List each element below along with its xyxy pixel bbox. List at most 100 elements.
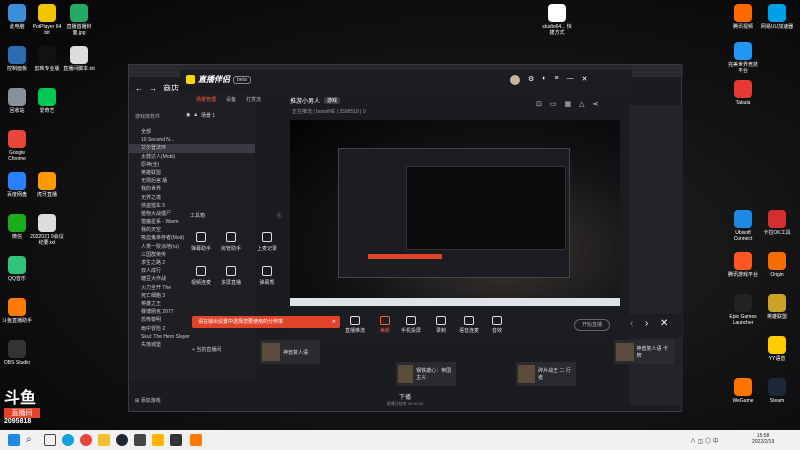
desktop-icon[interactable]: Origin bbox=[760, 252, 794, 278]
desktop-icon[interactable]: 腾讯游戏平台 bbox=[726, 252, 760, 278]
desktop-icon[interactable]: Ubisoft Connect bbox=[726, 210, 760, 242]
avatar[interactable] bbox=[510, 75, 520, 85]
game-list-item[interactable]: 侠盗猎车 5 bbox=[129, 202, 255, 210]
desktop-icon[interactable]: Google Chrome bbox=[0, 130, 34, 162]
eye-icon[interactable]: ◉ bbox=[186, 112, 190, 118]
desktop-icon[interactable]: 微信 bbox=[0, 214, 34, 240]
desktop-icon[interactable]: Epic Games Launcher bbox=[726, 294, 760, 326]
edge-icon[interactable] bbox=[62, 434, 74, 446]
gift-icon[interactable]: ⊡ bbox=[536, 100, 542, 108]
start-stream-button[interactable]: 开始直播 bbox=[574, 319, 610, 331]
tool-4[interactable]: 视频连麦 bbox=[186, 266, 216, 286]
skin-icon[interactable]: ◐ bbox=[542, 75, 546, 85]
tab-device[interactable]: 设备 bbox=[226, 96, 236, 103]
desktop-icon[interactable]: 英雄联盟 bbox=[760, 294, 794, 320]
game-list-item[interactable]: 无限后宫 版 bbox=[129, 177, 255, 185]
desktop-icon[interactable]: studio64... 快捷方式 bbox=[540, 4, 574, 36]
game-list-item[interactable]: 死亡细胞 3 bbox=[129, 292, 255, 300]
tool-2[interactable]: 房管助手 bbox=[216, 232, 246, 252]
desktop-icon[interactable]: 完美世界竞技平台 bbox=[726, 42, 760, 74]
desktop-icon[interactable]: OBS Studio bbox=[0, 340, 34, 366]
desktop-icon[interactable]: QQ音乐 bbox=[0, 256, 34, 282]
control-label: 音效 bbox=[491, 328, 502, 334]
game-card[interactable]: 神兽复人语 卡牌 bbox=[614, 340, 674, 364]
minimize-icon[interactable]: — bbox=[567, 75, 574, 85]
desktop-icon[interactable]: 回收站 bbox=[0, 88, 34, 114]
game-list-item[interactable]: 三国群英传 bbox=[129, 251, 255, 259]
live-taskbar-icon[interactable] bbox=[190, 434, 202, 446]
resolution-tip[interactable]: 请在输出设置中选择您要使用的分辨率 ✕ bbox=[192, 316, 340, 328]
desktop-icon[interactable]: 直播间脚本.txt bbox=[62, 46, 96, 72]
task-view-icon[interactable] bbox=[44, 434, 56, 446]
next-arrow-icon[interactable]: › bbox=[645, 318, 648, 329]
control-button-3[interactable]: 手机投屏 bbox=[398, 316, 424, 334]
desktop-icon[interactable]: 百度网盘 bbox=[0, 172, 34, 198]
app-icon[interactable] bbox=[134, 434, 146, 446]
game-list-item[interactable]: 我的世界 bbox=[129, 185, 255, 193]
companion-taskbar-icon[interactable] bbox=[152, 434, 164, 446]
game-list-item[interactable]: 艾尔登法环 bbox=[129, 144, 255, 153]
game-list-item[interactable]: Skul: The Hero Slayer bbox=[129, 333, 255, 341]
desktop-icon[interactable]: 直播首播封面.jpg bbox=[62, 4, 96, 36]
start-icon[interactable] bbox=[8, 434, 20, 446]
control-button-5[interactable]: 语音连麦 bbox=[456, 316, 482, 334]
desktop-icon[interactable]: PotPlayer 64 bit bbox=[30, 4, 64, 36]
control-button-6[interactable]: 音效 bbox=[484, 316, 510, 334]
clock[interactable]: 15:58 2022/2/19 bbox=[752, 433, 774, 445]
close-icon[interactable]: ✕ bbox=[582, 75, 588, 85]
game-list-item[interactable]: 全部 bbox=[129, 128, 255, 136]
desktop-icon[interactable]: 卡拉OK工具 bbox=[760, 210, 794, 236]
bell-icon[interactable]: △ bbox=[579, 100, 584, 108]
menu-icon[interactable]: ≡ bbox=[555, 75, 559, 85]
add-scene-button[interactable]: + 当前直播间 bbox=[192, 346, 221, 353]
game-list-item[interactable]: 太鼓达人(Mobi) bbox=[129, 153, 255, 161]
layout-icon[interactable]: ▦ bbox=[565, 100, 572, 108]
desktop-icon[interactable]: 腾讯视频 bbox=[726, 4, 760, 30]
desktop-icon[interactable]: 网易UU加速器 bbox=[760, 4, 794, 30]
desktop-icon[interactable]: 爱奇艺 bbox=[30, 88, 64, 114]
game-list-item[interactable]: 原神(全) bbox=[129, 161, 255, 169]
desktop-icon[interactable]: WeGame bbox=[726, 378, 760, 404]
tab-reward[interactable]: 打赏流 bbox=[246, 96, 261, 103]
desktop-icon[interactable]: Tabula bbox=[726, 80, 760, 106]
game-card[interactable]: 神兽复人语 bbox=[260, 340, 320, 364]
game-card[interactable]: 碎片战王 二 行者 bbox=[516, 362, 576, 386]
game-list-item[interactable]: 英雄联盟 bbox=[129, 169, 255, 177]
desktop-icon[interactable]: 虎牙直播 bbox=[30, 172, 64, 198]
tool-1[interactable]: 弹幕助手 bbox=[186, 232, 216, 252]
app-icon bbox=[8, 172, 26, 190]
control-button-4[interactable]: 录制 bbox=[428, 316, 454, 334]
game-list-item[interactable]: 无界之境 bbox=[129, 194, 255, 202]
desktop-icon[interactable]: YY语音 bbox=[760, 336, 794, 362]
game-list-item[interactable]: 10 Second N... bbox=[129, 136, 255, 144]
prev-arrow-icon[interactable]: ‹ bbox=[630, 318, 633, 329]
desktop-icon[interactable]: Steam bbox=[760, 378, 794, 404]
chrome-icon[interactable] bbox=[80, 434, 92, 446]
game-list-item[interactable]: 英雄之王 bbox=[129, 300, 255, 308]
explorer-icon[interactable] bbox=[98, 434, 110, 446]
game-list-item[interactable]: 猎魔星系 - Warm bbox=[129, 218, 255, 226]
desktop-icon[interactable]: 此电脑 bbox=[0, 4, 34, 30]
add-game-button[interactable]: ⊞ 添加游戏 bbox=[135, 397, 161, 404]
game-taskbar-icon[interactable] bbox=[170, 434, 182, 446]
desktop-icon[interactable]: 2022021 9会议纪要.txt bbox=[30, 214, 64, 246]
control-button-1[interactable]: 直播推流 bbox=[342, 316, 368, 334]
desktop-icon[interactable]: 控制面板 bbox=[0, 46, 34, 72]
screen-icon[interactable]: ▭ bbox=[550, 100, 557, 108]
steam-icon[interactable] bbox=[116, 434, 128, 446]
control-button-2[interactable]: 美颜 bbox=[372, 316, 398, 334]
close-panel-icon[interactable]: ✕ bbox=[660, 318, 668, 329]
tool-6[interactable]: 弹幕秀 bbox=[252, 266, 282, 286]
tool-3[interactable]: 上麦记录 bbox=[252, 232, 282, 252]
desktop-icon[interactable]: 斗鱼直播助手 bbox=[0, 298, 34, 324]
scene-item[interactable]: ◉ 🔒︎ 场景 1 bbox=[186, 110, 282, 120]
game-card[interactable]: 钢铁雄心：帝国主义 bbox=[396, 362, 456, 386]
info-icon[interactable]: ⓘ bbox=[277, 212, 282, 219]
search-icon[interactable]: ⌕ bbox=[26, 434, 38, 446]
desktop-icon[interactable]: 剪映专业版 bbox=[30, 46, 64, 72]
settings-icon[interactable]: ⚙ bbox=[528, 75, 534, 85]
tab-scene[interactable]: 场景管理 bbox=[196, 96, 216, 103]
share-icon[interactable]: ⋖ bbox=[593, 100, 599, 108]
tip-close-icon[interactable]: ✕ bbox=[332, 316, 336, 328]
tool-5[interactable]: 多屏直播 bbox=[216, 266, 246, 286]
